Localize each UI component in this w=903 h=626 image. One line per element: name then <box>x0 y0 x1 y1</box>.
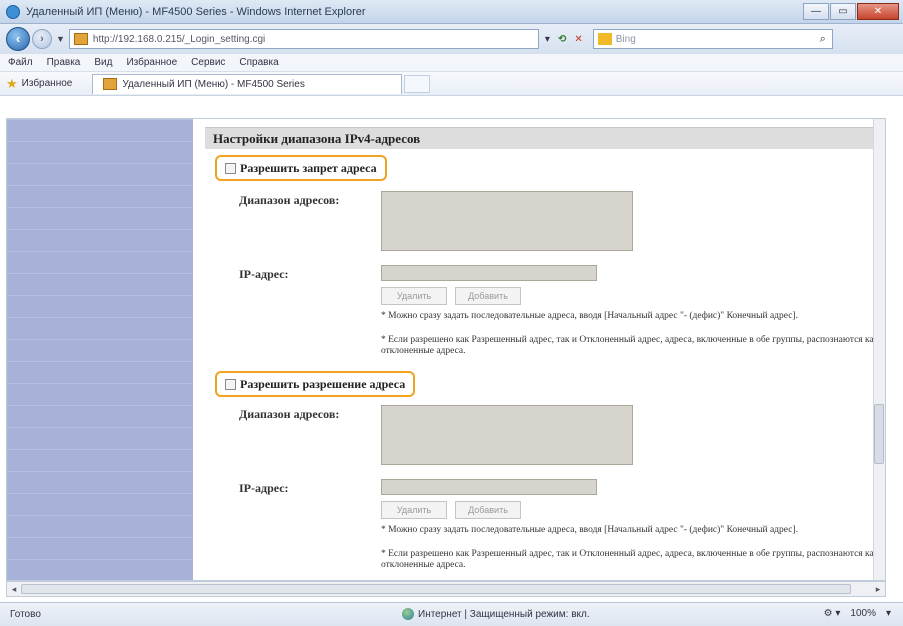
allow-address-checkbox[interactable] <box>225 378 236 390</box>
menu-file[interactable]: Файл <box>8 57 33 68</box>
search-input[interactable]: Bing ⌕ <box>592 29 833 49</box>
new-tab-button[interactable] <box>404 74 431 93</box>
menu-bar: Файл Правка Вид Избранное Сервис Справка <box>0 54 903 72</box>
window-controls: — ▭ ✕ <box>802 3 899 20</box>
scroll-right-icon[interactable]: ▸ <box>871 582 885 596</box>
security-zone[interactable]: Интернет | Защищенный режим: вкл. <box>402 608 590 620</box>
allow-range-list[interactable] <box>381 405 633 465</box>
ie-icon <box>6 4 20 19</box>
tab-active[interactable]: Удаленный ИП (Меню) - MF4500 Series <box>92 73 403 94</box>
zone-text: Интернет | Защищенный режим: вкл. <box>418 608 590 620</box>
url-text[interactable]: http://192.168.0.215/_Login_setting.cgi <box>93 34 265 45</box>
status-text: Готово <box>10 609 41 620</box>
menu-help[interactable]: Справка <box>239 57 278 68</box>
menu-view[interactable]: Вид <box>94 57 112 68</box>
allow-address-option[interactable]: Разрешить разрешение адреса <box>215 371 416 397</box>
favorites-bar: ★ Избранное Удаленный ИП (Меню) - MF4500… <box>0 72 903 96</box>
allow-ip-label: IP-адрес: <box>239 481 289 495</box>
main-panel: Настройки диапазона IPv4-адресов Разреши… <box>205 127 885 570</box>
search-icon[interactable]: ⌕ <box>820 33 826 46</box>
globe-icon <box>402 608 414 620</box>
site-icon <box>73 33 88 45</box>
back-button[interactable]: ‹ <box>6 27 30 51</box>
minimize-button[interactable]: — <box>803 3 829 20</box>
deny-note-priority: * Если разрешено как Разрешенный адрес, … <box>381 335 879 356</box>
maximize-button[interactable]: ▭ <box>830 3 856 20</box>
allow-ip-input[interactable] <box>381 479 597 495</box>
forward-button[interactable]: › <box>32 29 52 49</box>
window-title: Удаленный ИП (Меню) - MF4500 Series - Wi… <box>26 5 366 18</box>
zoom-level[interactable]: 100% <box>850 608 876 619</box>
allow-range-label: Диапазон адресов: <box>239 407 340 421</box>
status-tools: ⚙ ▾ 100% ▾ <box>814 608 891 619</box>
menu-tools[interactable]: Сервис <box>191 57 225 68</box>
deny-note-range: * Можно сразу задать последовательные ад… <box>381 311 798 321</box>
favorites-star-icon[interactable]: ★ <box>6 76 18 92</box>
menu-edit[interactable]: Правка <box>47 57 81 68</box>
section-title: Настройки диапазона IPv4-адресов <box>205 127 885 149</box>
vertical-scrollbar[interactable] <box>873 119 885 580</box>
scroll-left-icon[interactable]: ◂ <box>7 582 21 596</box>
allow-delete-button[interactable]: Удалить <box>381 501 447 519</box>
tools-dropdown-icon[interactable]: ⚙ ▾ <box>824 608 841 619</box>
tab-site-icon <box>103 78 118 90</box>
address-dropdown-icon[interactable]: ▾ <box>545 34 550 45</box>
allow-note-range: * Можно сразу задать последовательные ад… <box>381 525 798 535</box>
side-menu <box>7 119 193 580</box>
allow-add-button[interactable]: Добавить <box>455 501 521 519</box>
status-bar: Готово Интернет | Защищенный режим: вкл.… <box>0 602 903 626</box>
vertical-scroll-thumb[interactable] <box>874 404 884 464</box>
bing-icon <box>597 33 612 45</box>
deny-address-checkbox[interactable] <box>225 162 236 174</box>
deny-add-button[interactable]: Добавить <box>455 287 521 305</box>
address-field[interactable]: http://192.168.0.215/_Login_setting.cgi <box>68 29 539 49</box>
deny-ip-input[interactable] <box>381 265 597 281</box>
refresh-icon[interactable]: ⟲ <box>558 34 566 45</box>
deny-range-label: Диапазон адресов: <box>239 193 340 207</box>
search-placeholder: Bing <box>615 33 636 45</box>
history-dropdown-icon[interactable]: ▼ <box>56 34 65 44</box>
allow-address-label: Разрешить разрешение адреса <box>240 376 406 391</box>
stop-icon[interactable]: ✕ <box>574 34 582 45</box>
menu-favorites[interactable]: Избранное <box>126 57 177 68</box>
address-toolbar: ‹ › ▼ http://192.168.0.215/_Login_settin… <box>0 24 903 54</box>
page-viewport: Настройки диапазона IPv4-адресов Разреши… <box>6 118 886 581</box>
tab-title: Удаленный ИП (Меню) - MF4500 Series <box>122 78 305 90</box>
address-actions: ▾ ⟲ ✕ <box>545 34 589 45</box>
deny-address-label: Разрешить запрет адреса <box>240 160 377 175</box>
horizontal-scroll-thumb[interactable] <box>21 584 851 594</box>
horizontal-scrollbar[interactable]: ◂ ▸ <box>6 581 886 597</box>
allow-note-priority: * Если разрешено как Разрешенный адрес, … <box>381 549 879 570</box>
close-button[interactable]: ✕ <box>857 3 899 20</box>
deny-address-option[interactable]: Разрешить запрет адреса <box>215 155 387 181</box>
title-bar: Удаленный ИП (Меню) - MF4500 Series - Wi… <box>0 0 903 24</box>
deny-range-list[interactable] <box>381 191 633 251</box>
zoom-dropdown-icon[interactable]: ▾ <box>886 608 891 619</box>
favorites-button[interactable]: Избранное <box>22 78 73 89</box>
deny-delete-button[interactable]: Удалить <box>381 287 447 305</box>
deny-ip-label: IP-адрес: <box>239 267 289 281</box>
